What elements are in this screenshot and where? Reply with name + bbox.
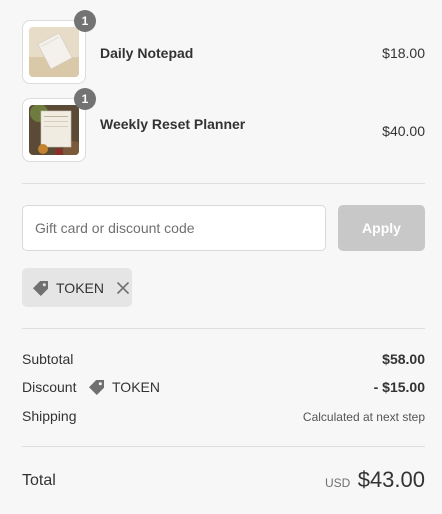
divider <box>22 328 425 329</box>
total-label: Total <box>22 472 56 489</box>
shipping-value: Calculated at next step <box>302 410 425 424</box>
product-price: $18.00 <box>382 45 425 61</box>
applied-discount-chip: TOKEN <box>22 268 132 307</box>
quantity-badge: 1 <box>74 88 96 110</box>
apply-button[interactable]: Apply <box>338 205 425 251</box>
product-name: Daily Notepad <box>100 45 194 61</box>
discount-code-tag: TOKEN <box>88 378 160 396</box>
discount-code-input[interactable] <box>22 205 326 251</box>
close-icon[interactable] <box>115 280 131 296</box>
shipping-label: Shipping <box>22 408 77 424</box>
divider <box>22 446 425 447</box>
discount-value: - $15.00 <box>373 379 425 395</box>
discount-code-text: TOKEN <box>112 379 160 395</box>
applied-code-label: TOKEN <box>56 279 104 296</box>
subtotal-label: Subtotal <box>22 351 74 367</box>
product-image-daily-notepad <box>29 27 79 77</box>
product-thumbnail-daily-notepad: 1 <box>22 10 96 84</box>
tag-icon <box>32 279 50 297</box>
currency-code: USD <box>325 476 351 490</box>
divider <box>22 183 425 184</box>
quantity-badge: 1 <box>74 10 96 32</box>
subtotal-value: $58.00 <box>382 351 425 367</box>
product-image-weekly-reset-planner <box>29 105 79 155</box>
discount-label: Discount <box>22 379 77 395</box>
total-value: $43.00 <box>357 467 425 492</box>
tag-icon <box>88 378 106 396</box>
product-price: $40.00 <box>382 123 425 139</box>
product-thumbnail-weekly-reset-planner: 1 <box>22 88 96 162</box>
product-name: Weekly Reset Planner <box>100 116 246 132</box>
